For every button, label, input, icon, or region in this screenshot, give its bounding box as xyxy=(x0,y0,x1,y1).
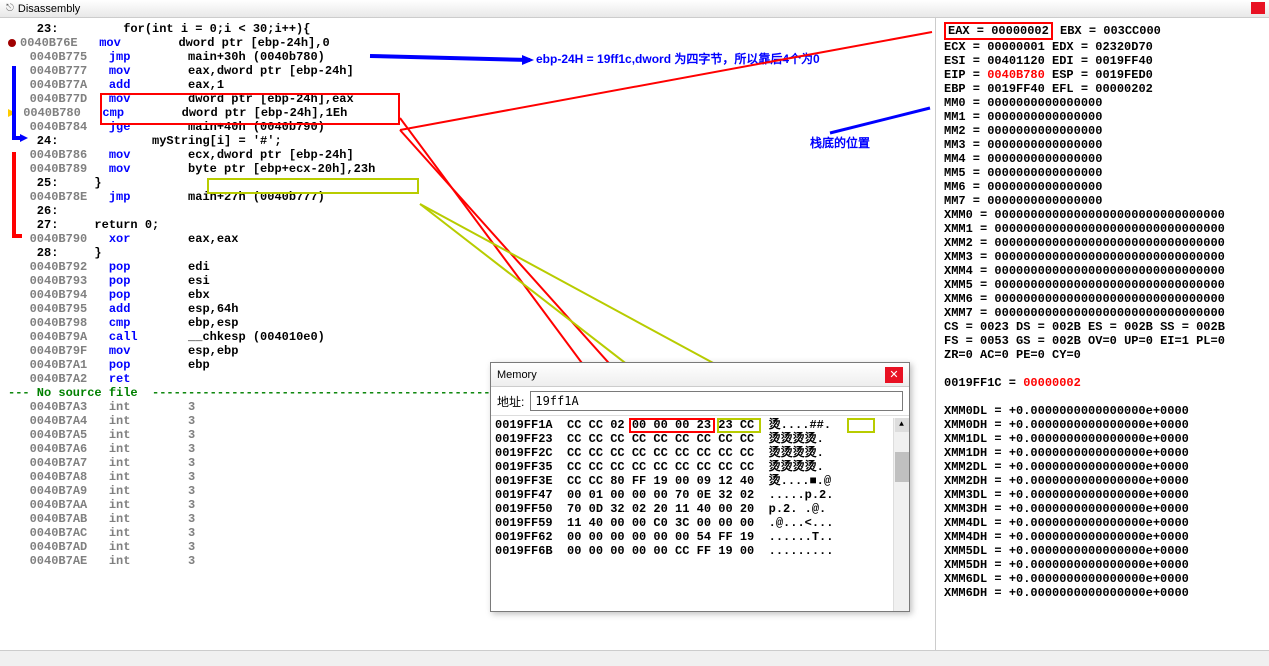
memory-row[interactable]: 0019FF6B 00 00 00 00 00 CC FF 19 00 ....… xyxy=(495,544,905,558)
reg-mm3: MM3 = 0000000000000000 xyxy=(944,138,1261,152)
disasm-icon: ⎋ xyxy=(6,3,14,14)
reg-xmm4: XMM4 = 00000000000000000000000000000000 xyxy=(944,264,1261,278)
disasm-line[interactable]: 0040B795 add esp,64h xyxy=(8,302,935,316)
reg-xmm2dh: XMM2DH = +0.0000000000000000e+0000 xyxy=(944,474,1261,488)
memory-row[interactable]: 0019FF47 00 01 00 00 00 70 0E 32 02 ....… xyxy=(495,488,905,502)
memory-addr-input[interactable] xyxy=(530,391,903,411)
reg-watch: 0019FF1C = 00000002 xyxy=(944,376,1261,390)
disasm-line[interactable]: 0040B784 jge main+40h (0040b790) xyxy=(8,120,935,134)
reg-eax-ebx: EAX = 00000002 EBX = 003CC000 xyxy=(944,22,1261,40)
registers-panel[interactable]: EAX = 00000002 EBX = 003CC000 ECX = 0000… xyxy=(935,18,1269,666)
reg-seg2: FS = 0053 GS = 002B OV=0 UP=0 EI=1 PL=0 xyxy=(944,334,1261,348)
reg-mm7: MM7 = 0000000000000000 xyxy=(944,194,1261,208)
disasm-line[interactable]: 24: myString[i] = '#'; xyxy=(8,134,935,148)
disassembly-title: Disassembly xyxy=(18,3,80,15)
disasm-line[interactable]: 0040B780 cmp dword ptr [ebp-24h],1Eh xyxy=(8,106,935,120)
reg-xmm5dl: XMM5DL = +0.0000000000000000e+0000 xyxy=(944,544,1261,558)
disasm-line[interactable]: 0040B76E mov dword ptr [ebp-24h],0 xyxy=(8,36,935,50)
reg-xmm6: XMM6 = 00000000000000000000000000000000 xyxy=(944,292,1261,306)
reg-xmm6dh: XMM6DH = +0.0000000000000000e+0000 xyxy=(944,586,1261,600)
disassembly-titlebar: ⎋ Disassembly xyxy=(0,0,1269,18)
reg-mm6: MM6 = 0000000000000000 xyxy=(944,180,1261,194)
reg-mm5: MM5 = 0000000000000000 xyxy=(944,166,1261,180)
current-line-icon xyxy=(8,109,16,117)
disasm-line[interactable]: 0040B77A add eax,1 xyxy=(8,78,935,92)
reg-blank2 xyxy=(944,390,1261,404)
reg-flags: ZR=0 AC=0 PE=0 CY=0 xyxy=(944,348,1261,362)
memory-addr-label: 地址: xyxy=(497,393,524,410)
reg-xmm3: XMM3 = 00000000000000000000000000000000 xyxy=(944,250,1261,264)
memory-row[interactable]: 0019FF59 11 40 00 00 C0 3C 00 00 00 .@..… xyxy=(495,516,905,530)
reg-xmm2dl: XMM2DL = +0.0000000000000000e+0000 xyxy=(944,460,1261,474)
reg-ecx-edx: ECX = 00000001 EDX = 02320D70 xyxy=(944,40,1261,54)
disasm-line[interactable]: 0040B793 pop esi xyxy=(8,274,935,288)
disasm-line[interactable]: 0040B77D mov dword ptr [ebp-24h],eax xyxy=(8,92,935,106)
reg-ebp-efl: EBP = 0019FF40 EFL = 00000202 xyxy=(944,82,1261,96)
disasm-line[interactable]: 23: for(int i = 0;i < 30;i++){ xyxy=(8,22,935,36)
reg-xmm6dl: XMM6DL = +0.0000000000000000e+0000 xyxy=(944,572,1261,586)
disasm-line[interactable]: 0040B789 mov byte ptr [ebp+ecx-20h],23h xyxy=(8,162,935,176)
reg-xmm0dh: XMM0DH = +0.0000000000000000e+0000 xyxy=(944,418,1261,432)
disasm-line[interactable]: 26: xyxy=(8,204,935,218)
reg-xmm2: XMM2 = 00000000000000000000000000000000 xyxy=(944,236,1261,250)
memory-body[interactable]: 0019FF1A CC CC 02 00 00 00 23 23 CC 烫...… xyxy=(491,416,909,560)
reg-xmm0dl: XMM0DL = +0.0000000000000000e+0000 xyxy=(944,404,1261,418)
reg-xmm1dh: XMM1DH = +0.0000000000000000e+0000 xyxy=(944,446,1261,460)
reg-esi-edi: ESI = 00401120 EDI = 0019FF40 xyxy=(944,54,1261,68)
memory-title: Memory xyxy=(497,369,537,381)
memory-row[interactable]: 0019FF62 00 00 00 00 00 00 54 FF 19 ....… xyxy=(495,530,905,544)
disasm-line[interactable]: 0040B79F mov esp,ebp xyxy=(8,344,935,358)
disasm-line[interactable]: 0040B794 pop ebx xyxy=(8,288,935,302)
reg-xmm4dl: XMM4DL = +0.0000000000000000e+0000 xyxy=(944,516,1261,530)
reg-xmm1dl: XMM1DL = +0.0000000000000000e+0000 xyxy=(944,432,1261,446)
reg-mm2: MM2 = 0000000000000000 xyxy=(944,124,1261,138)
reg-xmm7: XMM7 = 00000000000000000000000000000000 xyxy=(944,306,1261,320)
reg-xmm3dh: XMM3DH = +0.0000000000000000e+0000 xyxy=(944,502,1261,516)
disasm-line[interactable]: 28: } xyxy=(8,246,935,260)
memory-row[interactable]: 0019FF35 CC CC CC CC CC CC CC CC CC 烫烫烫烫… xyxy=(495,460,905,474)
reg-seg1: CS = 0023 DS = 002B ES = 002B SS = 002B xyxy=(944,320,1261,334)
close-icon[interactable]: ✕ xyxy=(885,367,903,383)
bottom-scrollbar[interactable] xyxy=(0,650,1269,666)
scroll-thumb[interactable] xyxy=(895,452,909,482)
reg-mm0: MM0 = 0000000000000000 xyxy=(944,96,1261,110)
disasm-line[interactable]: 25: } xyxy=(8,176,935,190)
memory-window[interactable]: Memory ✕ 地址: 0019FF1A CC CC 02 00 00 00 … xyxy=(490,362,910,612)
reg-xmm3dl: XMM3DL = +0.0000000000000000e+0000 xyxy=(944,488,1261,502)
disasm-line[interactable]: 0040B78E jmp main+27h (0040b777) xyxy=(8,190,935,204)
disasm-line[interactable]: 0040B790 xor eax,eax xyxy=(8,232,935,246)
reg-blank xyxy=(944,362,1261,376)
disasm-line[interactable]: 0040B798 cmp ebp,esp xyxy=(8,316,935,330)
reg-xmm1: XMM1 = 00000000000000000000000000000000 xyxy=(944,222,1261,236)
reg-eip-esp: EIP = 0040B780 ESP = 0019FED0 xyxy=(944,68,1261,82)
breakpoint-icon[interactable] xyxy=(8,39,16,47)
memory-scrollbar[interactable]: ▲ xyxy=(893,418,909,611)
reg-xmm4dh: XMM4DH = +0.0000000000000000e+0000 xyxy=(944,530,1261,544)
disasm-line[interactable]: 0040B79A call __chkesp (004010e0) xyxy=(8,330,935,344)
close-indicator xyxy=(1251,2,1265,14)
reg-xmm5dh: XMM5DH = +0.0000000000000000e+0000 xyxy=(944,558,1261,572)
memory-row[interactable]: 0019FF3E CC CC 80 FF 19 00 09 12 40 烫...… xyxy=(495,474,905,488)
disasm-line[interactable]: 27: return 0; xyxy=(8,218,935,232)
disasm-line[interactable]: 0040B792 pop edi xyxy=(8,260,935,274)
reg-xmm5: XMM5 = 00000000000000000000000000000000 xyxy=(944,278,1261,292)
annotation-stackbase: 栈底的位置 xyxy=(810,134,870,151)
memory-row[interactable]: 0019FF2C CC CC CC CC CC CC CC CC CC 烫烫烫烫… xyxy=(495,446,905,460)
reg-mm4: MM4 = 0000000000000000 xyxy=(944,152,1261,166)
disasm-line[interactable]: 0040B786 mov ecx,dword ptr [ebp-24h] xyxy=(8,148,935,162)
scroll-up-icon[interactable]: ▲ xyxy=(895,418,909,432)
annotation-ebp24: ebp-24H = 19ff1c,dword 为四字节，所以靠后4个为0 xyxy=(536,50,820,67)
memory-row[interactable]: 0019FF50 70 0D 32 02 20 11 40 00 20 p.2.… xyxy=(495,502,905,516)
memory-titlebar[interactable]: Memory ✕ xyxy=(491,363,909,387)
memory-row[interactable]: 0019FF23 CC CC CC CC CC CC CC CC CC 烫烫烫烫… xyxy=(495,432,905,446)
reg-xmm0: XMM0 = 00000000000000000000000000000000 xyxy=(944,208,1261,222)
memory-row[interactable]: 0019FF1A CC CC 02 00 00 00 23 23 CC 烫...… xyxy=(495,418,905,432)
reg-mm1: MM1 = 0000000000000000 xyxy=(944,110,1261,124)
